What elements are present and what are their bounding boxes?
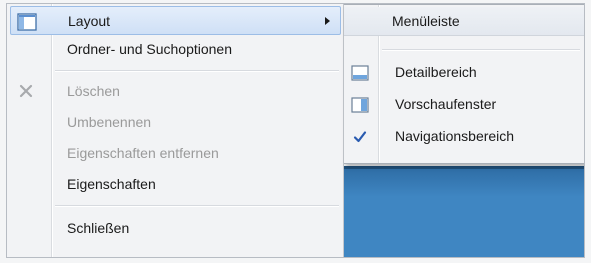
window-background (343, 166, 584, 257)
layout-icon (17, 12, 37, 32)
submenu-item-label: Detailbereich (395, 64, 477, 80)
screenshot-frame: Layout Ordner- und Suchoptionen Löschen … (6, 3, 585, 258)
menu-item-remove-properties[interactable]: Eigenschaften entfernen (10, 138, 341, 167)
menu-separator (55, 70, 339, 71)
submenu-item-label: Navigationsbereich (395, 128, 515, 144)
details-pane-icon (351, 64, 369, 82)
menu-item-close[interactable]: Schließen (10, 213, 341, 242)
submenu-item-details-pane[interactable]: Detailbereich (347, 58, 583, 87)
menu-item-label: Eigenschaften entfernen (67, 144, 219, 161)
delete-x-icon (16, 81, 36, 101)
menu-item-properties[interactable]: Eigenschaften (10, 169, 341, 198)
menu-item-label: Schließen (67, 219, 130, 236)
submenu-item-navigation-pane[interactable]: Navigationsbereich (347, 122, 583, 151)
menu-separator (55, 205, 339, 206)
submenu-item-label: Vorschaufenster (395, 96, 497, 112)
submenu-item-menu-bar[interactable]: Menüleiste (344, 7, 584, 36)
menu-item-label: Ordner- und Suchoptionen (67, 40, 232, 57)
menu-item-folder-search-options[interactable]: Ordner- und Suchoptionen (10, 34, 341, 63)
preview-pane-icon (351, 96, 369, 114)
menu-item-label: Löschen (67, 82, 120, 99)
menu-item-layout[interactable]: Layout (10, 6, 341, 35)
context-menu: Layout Ordner- und Suchoptionen Löschen … (7, 4, 344, 257)
submenu-separator (382, 49, 580, 50)
menu-item-label: Layout (68, 12, 111, 29)
layout-submenu: Menüleiste Detailbereich Vorschaufenster (344, 4, 584, 164)
submenu-arrow-icon (325, 17, 330, 25)
menu-item-rename[interactable]: Umbenennen (10, 107, 341, 136)
menu-item-label: Eigenschaften (67, 175, 156, 192)
menu-item-delete[interactable]: Löschen (10, 76, 341, 105)
submenu-item-label: Menüleiste (392, 13, 460, 29)
checkmark-icon (351, 128, 369, 146)
submenu-item-preview-pane[interactable]: Vorschaufenster (347, 90, 583, 119)
menu-item-label: Umbenennen (67, 113, 152, 130)
